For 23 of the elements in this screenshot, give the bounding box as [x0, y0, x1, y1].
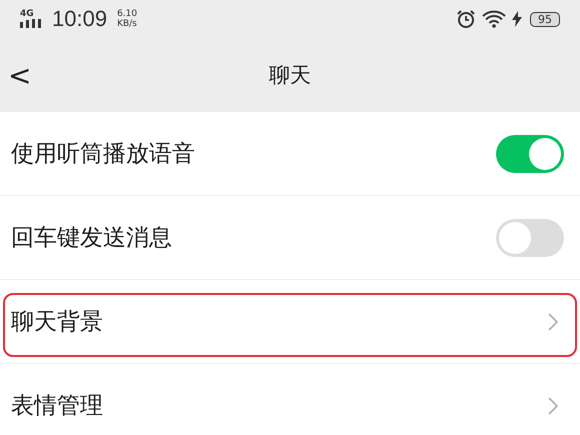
row-label: 聊天背景: [11, 308, 103, 337]
toggle-switch[interactable]: [496, 134, 564, 172]
settings-row[interactable]: 回车键发送消息: [0, 196, 580, 280]
settings-row[interactable]: 表情管理: [0, 364, 580, 435]
alarm-icon: [456, 9, 476, 29]
back-button[interactable]: <: [8, 58, 32, 92]
charging-icon: [512, 11, 522, 27]
wifi-icon: [482, 10, 506, 28]
battery-level: 95: [530, 12, 560, 26]
chevron-right-icon: [548, 396, 558, 414]
speed-unit: KB/s: [117, 19, 138, 29]
status-time: 10:09: [52, 6, 108, 32]
row-label: 回车键发送消息: [11, 224, 172, 253]
signal-icon: [20, 19, 42, 28]
network-speed: 6.10: [117, 9, 138, 19]
settings-row[interactable]: 使用听筒播放语音: [0, 112, 580, 196]
page-title: 聊天: [269, 62, 311, 89]
row-label: 使用听筒播放语音: [11, 140, 195, 169]
toggle-switch[interactable]: [496, 218, 564, 256]
network-type: 4G: [20, 10, 34, 19]
chevron-right-icon: [548, 312, 558, 330]
settings-row[interactable]: 聊天背景: [0, 280, 580, 364]
row-label: 表情管理: [11, 392, 103, 421]
